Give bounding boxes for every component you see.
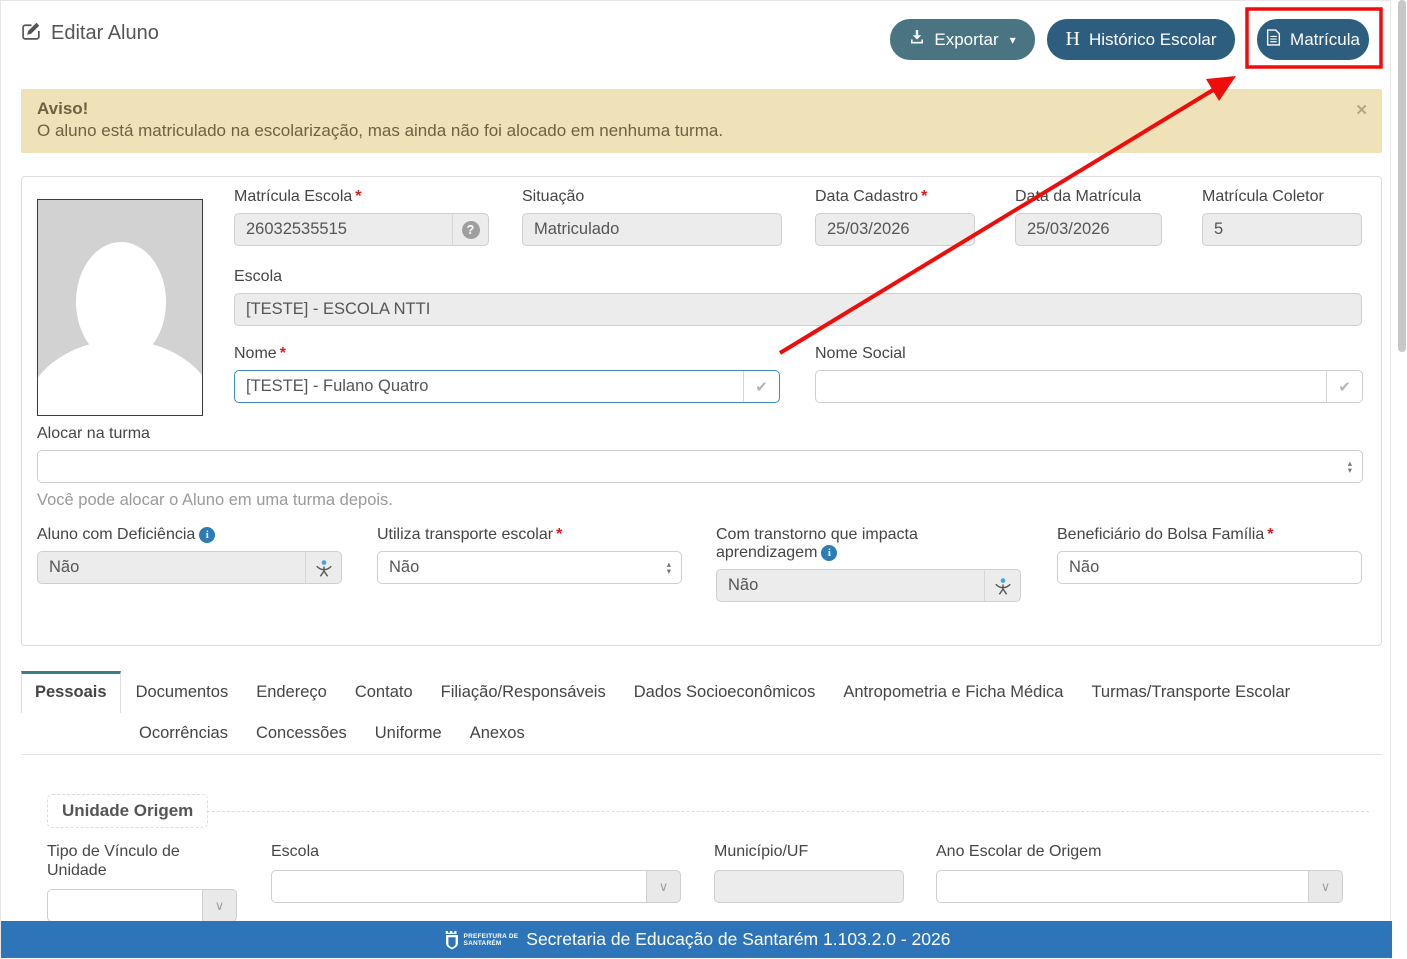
unidade-origem-section: Unidade Origem Tipo de Vínculo de Unidad… xyxy=(47,794,1369,828)
tab-contato[interactable]: Contato xyxy=(342,671,426,713)
info-icon[interactable]: i xyxy=(821,545,837,561)
document-icon xyxy=(1266,29,1281,51)
transtorno-label: Com transtorno que impacta xyxy=(716,526,1021,544)
download-icon xyxy=(909,29,925,50)
deficiencia-label: Aluno com Deficiênciai xyxy=(37,526,342,544)
historico-escolar-button[interactable]: H Histórico Escolar xyxy=(1047,19,1235,60)
close-icon[interactable]: ✕ xyxy=(1355,101,1368,119)
avatar xyxy=(37,199,203,416)
page-title: Editar Aluno xyxy=(21,20,159,47)
history-h-icon: H xyxy=(1066,28,1080,51)
nome-social-input[interactable]: ✔ xyxy=(815,370,1363,403)
chevron-down-icon: ∨ xyxy=(202,889,237,922)
unidade-origem-title: Unidade Origem xyxy=(47,794,208,828)
bolsa-familia-input[interactable]: Não xyxy=(1057,551,1362,584)
escola-origem-select[interactable]: ∨ xyxy=(271,870,681,903)
transporte-label: Utiliza transporte escolar* xyxy=(377,526,682,544)
ano-escolar-origem-label: Ano Escolar de Origem xyxy=(936,842,1343,861)
chevron-down-icon: ∨ xyxy=(1308,870,1343,903)
alert-message: O aluno está matriculado na escolarizaçã… xyxy=(37,121,723,140)
select-arrows-icon: ▴▾ xyxy=(1348,451,1352,482)
prefeitura-logo-icon: PREFEITURA DE SANTARÉM xyxy=(443,929,519,951)
accessibility-icon xyxy=(305,552,341,583)
tab-concessoes[interactable]: Concessões xyxy=(243,713,360,754)
tab-bar: Pessoais Documentos Endereço Contato Fil… xyxy=(21,671,1382,755)
municipio-uf-label: Município/UF xyxy=(714,842,904,861)
tab-dados-socioeconomicos[interactable]: Dados Socioeconômicos xyxy=(621,671,829,713)
nome-label: Nome* xyxy=(234,345,780,363)
matricula-escola-label: Matrícula Escola* xyxy=(234,188,489,206)
caret-down-icon: ▾ xyxy=(1010,33,1016,47)
transtorno-field: Não xyxy=(716,569,1021,602)
escola-field: [TESTE] - ESCOLA NTTI xyxy=(234,293,1362,326)
situacao-label: Situação xyxy=(522,188,782,206)
info-icon[interactable]: i xyxy=(199,527,215,543)
bolsa-familia-label: Beneficiário do Bolsa Família* xyxy=(1057,526,1362,544)
ano-escolar-origem-select[interactable]: ∨ xyxy=(936,870,1343,903)
footer-text: Secretaria de Educação de Santarém 1.103… xyxy=(526,929,950,950)
edit-icon xyxy=(21,20,42,47)
alert-title: Aviso! xyxy=(37,99,1366,119)
deficiencia-field: Não xyxy=(37,551,342,584)
nome-input[interactable]: [TESTE] - Fulano Quatro ✔ xyxy=(234,370,780,403)
tab-endereco[interactable]: Endereço xyxy=(243,671,340,713)
alocar-turma-helper: Você pode alocar o Aluno em uma turma de… xyxy=(37,491,1363,510)
municipio-uf-field xyxy=(714,870,904,903)
scrollbar-thumb[interactable] xyxy=(1398,0,1406,352)
data-matricula-label: Data da Matrícula xyxy=(1015,188,1162,206)
tipo-vinculo-label: Tipo de Vínculo de Unidade xyxy=(47,842,217,880)
matricula-coletor-label: Matrícula Coletor xyxy=(1202,188,1362,206)
matricula-button[interactable]: Matrícula xyxy=(1257,19,1369,60)
escola-label: Escola xyxy=(234,268,1362,286)
situacao-field: Matriculado xyxy=(522,213,782,246)
tab-antropometria-ficha-medica[interactable]: Antropometria e Ficha Médica xyxy=(830,671,1076,713)
app-footer: PREFEITURA DE SANTARÉM Secretaria de Edu… xyxy=(1,921,1392,958)
tab-ocorrencias[interactable]: Ocorrências xyxy=(126,713,241,754)
student-form-panel: Matrícula Escola* 26032535515 ? Situação… xyxy=(21,176,1382,646)
chevron-down-icon: ∨ xyxy=(646,870,681,903)
accessibility-icon xyxy=(984,570,1020,601)
tab-documentos[interactable]: Documentos xyxy=(123,671,242,713)
tab-pessoais[interactable]: Pessoais xyxy=(21,671,121,713)
tab-turmas-transporte-escolar[interactable]: Turmas/Transporte Escolar xyxy=(1078,671,1303,713)
select-arrows-icon: ▴▾ xyxy=(667,552,671,583)
matricula-escola-field: 26032535515 ? xyxy=(234,213,489,246)
tab-anexos[interactable]: Anexos xyxy=(457,713,538,754)
warning-alert: Aviso! O aluno está matriculado na escol… xyxy=(21,89,1382,153)
tipo-vinculo-select[interactable]: ∨ xyxy=(47,889,237,922)
data-cadastro-label: Data Cadastro* xyxy=(815,188,975,206)
alocar-turma-select[interactable]: ▴▾ xyxy=(37,450,1363,483)
check-icon: ✔ xyxy=(1326,371,1362,402)
scrollbar-track[interactable] xyxy=(1398,0,1407,959)
help-icon[interactable]: ? xyxy=(452,214,488,245)
check-icon: ✔ xyxy=(743,371,779,402)
tab-filiacao-responsaveis[interactable]: Filiação/Responsáveis xyxy=(428,671,619,713)
page-container: Editar Aluno Exportar ▾ H Histórico Esco… xyxy=(0,0,1391,959)
transtorno-label-2: aprendizagemi xyxy=(716,544,1021,562)
tab-uniforme[interactable]: Uniforme xyxy=(362,713,455,754)
escola-origem-label: Escola xyxy=(271,842,681,861)
transporte-select[interactable]: Não ▴▾ xyxy=(377,551,682,584)
export-button[interactable]: Exportar ▾ xyxy=(890,19,1035,60)
data-matricula-field: 25/03/2026 xyxy=(1015,213,1162,246)
alocar-turma-label: Alocar na turma xyxy=(37,425,1363,443)
matricula-coletor-field: 5 xyxy=(1202,213,1362,246)
data-cadastro-field: 25/03/2026 xyxy=(815,213,975,246)
nome-social-label: Nome Social xyxy=(815,345,1363,363)
